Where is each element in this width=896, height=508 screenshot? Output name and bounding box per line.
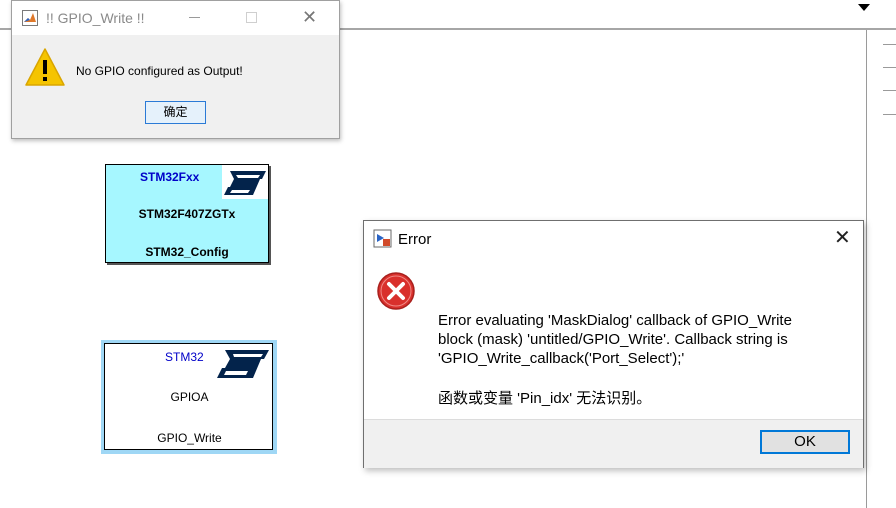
matlab-icon xyxy=(22,10,38,26)
ok-button[interactable]: OK xyxy=(760,430,850,454)
block-port-label: GPIOA xyxy=(170,390,209,404)
minimize-icon[interactable] xyxy=(189,17,200,18)
warning-icon xyxy=(24,47,66,87)
close-icon[interactable]: ✕ xyxy=(302,7,317,27)
block-family-label: STM32Fxx xyxy=(140,170,200,184)
st-logo-icon xyxy=(222,165,268,199)
scrollbar-tick xyxy=(883,67,896,68)
maximize-icon[interactable] xyxy=(246,12,257,23)
error-dialog: Error ✕ Error evaluating 'MaskDialog' ca… xyxy=(363,220,864,468)
dialog-footer: OK xyxy=(364,419,863,468)
dialog-title: !! GPIO_Write !! xyxy=(46,10,145,26)
vertical-scrollbar[interactable] xyxy=(866,30,896,508)
block-chip-label: STM32F407ZGTx xyxy=(138,207,236,221)
dialog-message: No GPIO configured as Output! xyxy=(76,64,243,78)
close-icon[interactable]: ✕ xyxy=(834,227,851,249)
gpio-warning-dialog: !! GPIO_Write !! ✕ No GPIO configured as… xyxy=(11,0,340,139)
gpio-write-block[interactable]: STM32 GPIOA GPIO_Write xyxy=(104,343,273,450)
simulink-icon xyxy=(373,229,393,249)
chevron-down-icon[interactable] xyxy=(858,4,870,11)
block-name-label: GPIO_Write xyxy=(157,431,222,445)
error-message: Error evaluating 'MaskDialog' callback o… xyxy=(438,312,792,367)
ok-button[interactable]: 确定 xyxy=(145,101,206,124)
stm32-config-block[interactable]: STM32Fxx STM32F407ZGTx STM32_Config xyxy=(105,164,269,263)
dialog-title: Error xyxy=(398,231,432,248)
scrollbar-tick xyxy=(883,44,896,45)
error-detail: 函数或变量 'Pin_idx' 无法识别。 xyxy=(438,390,652,407)
error-icon xyxy=(376,271,416,311)
block-family-label: STM32 xyxy=(165,350,204,364)
block-name-label: STM32_Config xyxy=(145,245,229,259)
st-logo-icon xyxy=(215,348,271,380)
scrollbar-tick xyxy=(883,114,896,115)
scrollbar-tick xyxy=(883,90,896,91)
dialog-titlebar[interactable]: !! GPIO_Write !! ✕ xyxy=(12,1,339,35)
